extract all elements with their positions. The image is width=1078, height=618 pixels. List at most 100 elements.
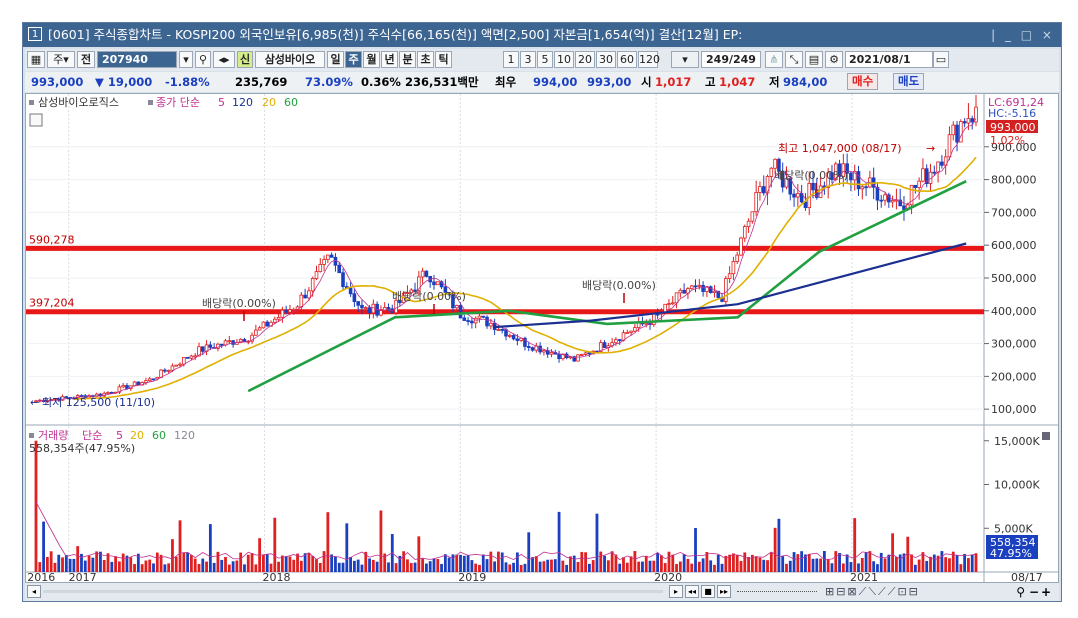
zoom-search-icon[interactable]: ⚲: [1016, 583, 1025, 601]
x-tick-label: 2020: [654, 571, 682, 582]
layout-icon[interactable]: ▦: [27, 51, 45, 68]
volume-bar: [235, 560, 239, 572]
fast-forward-icon[interactable]: ▸▸: [717, 585, 731, 598]
calendar-icon[interactable]: ▭: [933, 51, 949, 68]
candle: [951, 124, 956, 136]
candle: [257, 327, 262, 331]
interval-button-20[interactable]: 20: [575, 51, 595, 68]
candle: [962, 121, 967, 124]
candle: [170, 365, 175, 371]
drawing-tools[interactable]: ⊞⊟⊠⟋⟍⟋⟋⊡⊟: [825, 583, 920, 601]
period-tab-0[interactable]: 일: [327, 51, 344, 68]
stock-code-input[interactable]: 207940: [97, 51, 177, 68]
window-controls[interactable]: | _ □ ×: [991, 23, 1055, 47]
window-icon[interactable]: 1: [28, 27, 42, 41]
compare-icon[interactable]: ⋔: [765, 51, 783, 68]
interval-button-1[interactable]: 1: [503, 51, 519, 68]
candle: [936, 161, 940, 173]
code-dropdown-icon[interactable]: ▾: [179, 51, 193, 68]
stop-icon[interactable]: ■: [701, 585, 715, 598]
whole-button[interactable]: 전: [77, 51, 95, 68]
period-tab-1[interactable]: 주: [345, 51, 362, 68]
min-arrow-icon: ←: [30, 396, 39, 409]
candle: [174, 364, 179, 367]
volume-bar: [898, 554, 902, 572]
new-listing-badge: 신: [237, 51, 253, 68]
period-tab-5[interactable]: 초: [417, 51, 434, 68]
zoom-out-icon[interactable]: −: [1029, 583, 1039, 601]
volume-bar: [868, 551, 872, 572]
line-label-upper: 590,278: [29, 233, 75, 246]
candle: [166, 369, 171, 372]
period-tab-6[interactable]: 틱: [435, 51, 452, 68]
volume-bar: [212, 562, 216, 572]
volume-bar: [455, 554, 459, 572]
candle: [500, 329, 505, 331]
volume-bar: [466, 555, 470, 572]
zoom-slider[interactable]: [737, 591, 817, 592]
period-tab-4[interactable]: 분: [399, 51, 416, 68]
candle: [735, 254, 740, 262]
interval-button-60[interactable]: 60: [617, 51, 637, 68]
candle: [761, 186, 766, 194]
title-bar[interactable]: 1 [0601] 주식종합차트 - KOSPI200 외국인보유[6,985(천…: [23, 23, 1061, 47]
count-dropdown-icon[interactable]: ▾: [671, 51, 699, 68]
prev-next-icon[interactable]: ◂▸: [213, 51, 235, 68]
dividend-label: 배당락(0.00%): [202, 297, 276, 310]
volume-bar: [205, 561, 208, 572]
interval-button-120[interactable]: 120: [638, 51, 660, 68]
legend-square-icon: [29, 433, 34, 438]
search-icon[interactable]: ⚲: [195, 51, 211, 68]
save-icon[interactable]: ▤: [805, 51, 823, 68]
candle: [125, 385, 129, 389]
chart-area[interactable]: 590,278 397,204 최고 1,047,000 (08/17) → ← 최저 1…: [25, 93, 1059, 584]
candle: [674, 292, 679, 304]
volume-bar: [360, 564, 364, 572]
candle: [849, 172, 853, 181]
interval-button-5[interactable]: 5: [537, 51, 553, 68]
volume-bar: [606, 560, 610, 572]
candle: [424, 270, 429, 277]
volume-bar: [337, 562, 341, 572]
volume-bar: [508, 564, 512, 572]
candle: [454, 305, 459, 309]
volume-bar: [152, 563, 155, 572]
market-select[interactable]: 주▾: [47, 51, 75, 68]
volume-bar: [622, 557, 625, 572]
candle: [462, 317, 467, 321]
x-tick-label: 2018: [262, 571, 290, 582]
count-total: /249: [728, 53, 756, 66]
candle: [644, 322, 649, 325]
volume-bar: [190, 555, 193, 572]
candle: [530, 347, 535, 351]
gear-icon[interactable]: ⚙: [825, 51, 843, 68]
interval-button-30[interactable]: 30: [596, 51, 616, 68]
period-tab-2[interactable]: 월: [363, 51, 380, 68]
tool-icon[interactable]: ⤡: [785, 51, 803, 68]
volume-bar: [963, 553, 967, 572]
volume-bar: [121, 553, 125, 572]
interval-button-3[interactable]: 3: [520, 51, 536, 68]
count-field[interactable]: 249/249: [701, 51, 761, 68]
zoom-in-icon[interactable]: +: [1041, 583, 1051, 601]
x-tick-label: 2016: [27, 571, 55, 582]
horizontal-scrollbar[interactable]: [43, 590, 663, 593]
rewind-icon[interactable]: ◂◂: [685, 585, 699, 598]
volume-bar: [955, 555, 959, 572]
candle: [265, 321, 270, 327]
sell-button[interactable]: 매도: [893, 73, 925, 90]
play-icon[interactable]: ▸: [669, 585, 683, 598]
candle: [515, 338, 520, 341]
volume-bar: [561, 560, 565, 572]
buy-button[interactable]: 매수: [847, 73, 879, 90]
trade-amount: 236,531백만: [405, 75, 479, 89]
scroll-left-icon[interactable]: ◂: [27, 585, 41, 598]
y-tick-label: 300,000: [991, 338, 1037, 351]
date-field[interactable]: 2021/08/1: [845, 51, 933, 68]
volume-bar: [428, 561, 432, 572]
candle: [352, 293, 357, 303]
interval-button-10[interactable]: 10: [554, 51, 574, 68]
period-tab-3[interactable]: 년: [381, 51, 398, 68]
x-tick-label: 2019: [458, 571, 486, 582]
chart-svg[interactable]: 590,278 397,204 최고 1,047,000 (08/17) → ← 최저 1…: [26, 94, 1058, 584]
